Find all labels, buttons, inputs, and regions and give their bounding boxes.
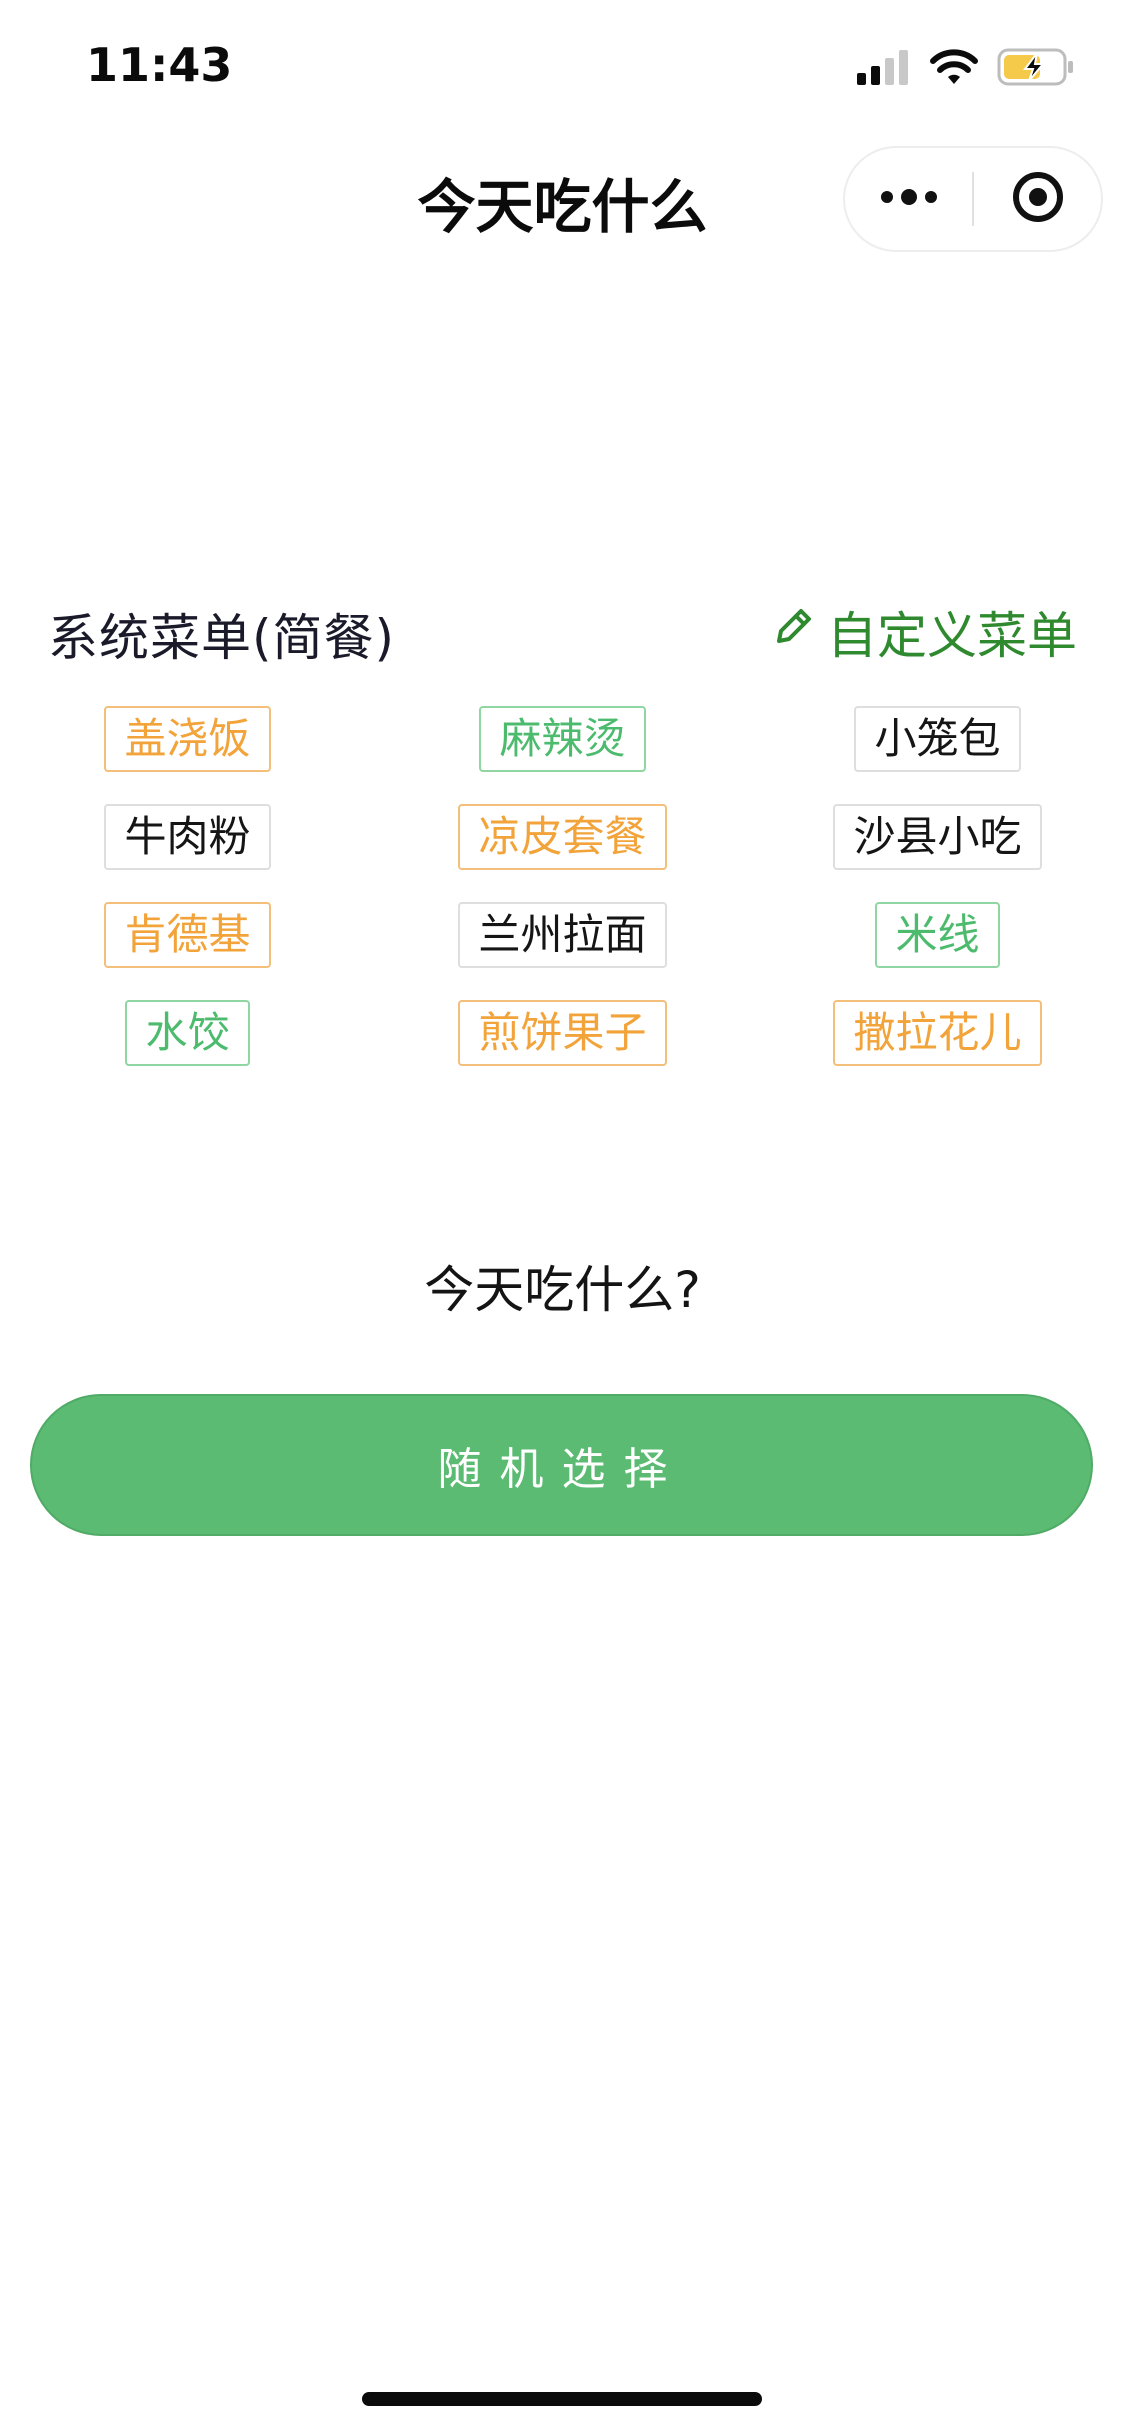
pencil-icon	[771, 603, 817, 661]
menu-cell: 水饺	[0, 1000, 375, 1066]
menu-item[interactable]: 兰州拉面	[458, 902, 667, 968]
menu-cell: 盖浇饭	[0, 706, 375, 772]
menu-cell: 牛肉粉	[0, 804, 375, 870]
menu-item[interactable]: 盖浇饭	[104, 706, 271, 772]
status-icons	[855, 46, 1077, 92]
more-dots-icon	[879, 187, 939, 211]
menu-cell: 米线	[750, 902, 1125, 968]
more-button[interactable]	[845, 148, 972, 250]
menu-item[interactable]: 米线	[875, 902, 1000, 968]
home-indicator	[362, 2392, 762, 2406]
menu-cell: 凉皮套餐	[375, 804, 750, 870]
app-screen: 11:43 今天吃什么 系统菜单(简餐) 自定义菜单 盖浇饭 麻辣烫 小笼包 牛…	[0, 0, 1125, 2436]
menu-row: 盖浇饭 麻辣烫 小笼包	[0, 706, 1125, 776]
menu-row: 肯德基 兰州拉面 米线	[0, 902, 1125, 972]
status-bar: 11:43	[0, 0, 1125, 132]
menu-item[interactable]: 水饺	[125, 1000, 250, 1066]
custom-menu-label: 自定义菜单	[827, 607, 1077, 665]
mini-program-capsule	[843, 146, 1103, 252]
section-title: 系统菜单(简餐)	[48, 609, 396, 667]
status-time: 11:43	[86, 38, 233, 92]
section-header: 系统菜单(简餐) 自定义菜单	[48, 596, 1077, 668]
wifi-icon	[929, 48, 979, 90]
menu-cell: 煎饼果子	[375, 1000, 750, 1066]
menu-item[interactable]: 撒拉花儿	[833, 1000, 1042, 1066]
custom-menu-link[interactable]: 自定义菜单	[771, 596, 1077, 668]
menu-row: 牛肉粉 凉皮套餐 沙县小吃	[0, 804, 1125, 874]
menu-cell: 撒拉花儿	[750, 1000, 1125, 1066]
menu-item[interactable]: 沙县小吃	[833, 804, 1042, 870]
menu-item[interactable]: 煎饼果子	[458, 1000, 667, 1066]
question-text: 今天吃什么?	[424, 1261, 701, 1319]
menu-item[interactable]: 麻辣烫	[479, 706, 646, 772]
menu-item[interactable]: 牛肉粉	[104, 804, 271, 870]
nav-bar: 今天吃什么	[0, 132, 1125, 264]
menu-row: 水饺 煎饼果子 撒拉花儿	[0, 1000, 1125, 1070]
menu-item[interactable]: 凉皮套餐	[458, 804, 667, 870]
menu-cell: 麻辣烫	[375, 706, 750, 772]
menu-cell: 沙县小吃	[750, 804, 1125, 870]
close-button[interactable]	[974, 148, 1101, 250]
menu-cell: 小笼包	[750, 706, 1125, 772]
menu-cell: 肯德基	[0, 902, 375, 968]
battery-charging-icon	[997, 48, 1077, 90]
menu-item[interactable]: 肯德基	[104, 902, 271, 968]
close-target-icon	[1011, 170, 1065, 228]
random-select-button[interactable]: 随机选择	[30, 1394, 1093, 1536]
menu-cell: 兰州拉面	[375, 902, 750, 968]
menu-item[interactable]: 小笼包	[854, 706, 1021, 772]
signal-icon	[855, 49, 911, 89]
